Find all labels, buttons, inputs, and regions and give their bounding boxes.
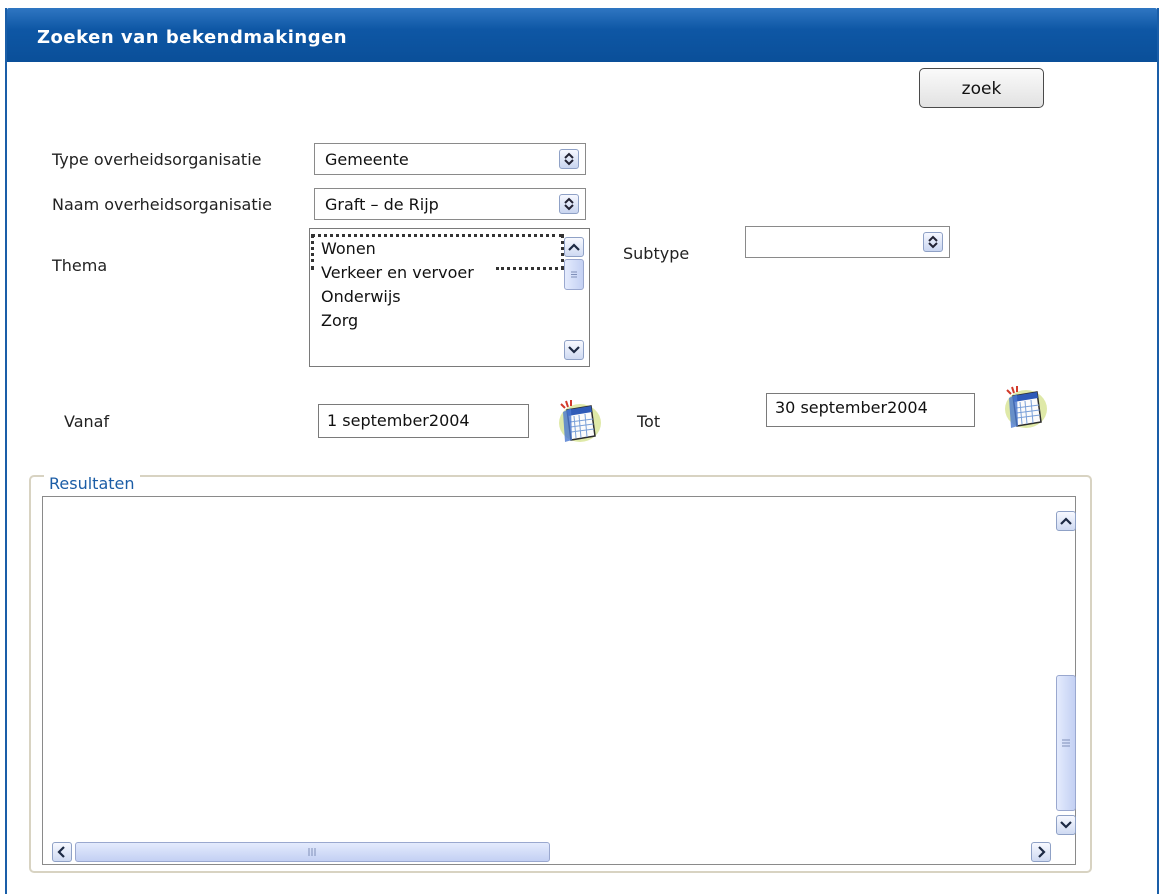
chevron-down-icon[interactable] (564, 340, 584, 360)
results-vertical-scroll-thumb[interactable] (1056, 675, 1076, 811)
chevron-down-icon[interactable] (1056, 815, 1076, 835)
title-bar: Zoeken van bekendmakingen (7, 8, 1157, 62)
subtype-label: Subtype (623, 244, 690, 263)
results-legend: Resultaten (44, 474, 140, 493)
theme-label: Thema (52, 256, 108, 275)
up-down-arrows-icon[interactable] (559, 194, 579, 214)
up-down-arrows-icon[interactable] (559, 149, 579, 169)
up-down-arrows-icon[interactable] (923, 232, 943, 252)
to-date-label: Tot (637, 412, 661, 431)
from-date-value: 1 september2004 (327, 411, 470, 430)
name-organisation-select[interactable]: Graft – de Rijp (314, 188, 586, 220)
search-button[interactable]: zoek (919, 68, 1044, 108)
name-organisation-label: Naam overheidsorganisatie (52, 195, 272, 214)
type-organisation-value: Gemeente (325, 150, 409, 169)
type-organisation-label: Type overheidsorganisatie (52, 150, 262, 169)
name-organisation-value: Graft – de Rijp (325, 195, 439, 214)
from-date-label: Vanaf (64, 412, 110, 431)
focus-indicator-bottom (496, 267, 564, 270)
from-date-input[interactable]: 1 september2004 (318, 404, 529, 438)
chevron-up-icon[interactable] (564, 237, 584, 257)
focus-indicator (311, 234, 563, 270)
results-horizontal-scroll-thumb[interactable] (75, 842, 550, 862)
type-organisation-select[interactable]: Gemeente (314, 143, 586, 175)
to-date-input[interactable]: 30 september2004 (766, 393, 975, 427)
chevron-up-icon[interactable] (1056, 511, 1076, 531)
theme-scroll-thumb[interactable] (564, 259, 584, 290)
calendar-icon[interactable] (1003, 384, 1049, 430)
list-item[interactable]: Zorg (321, 311, 358, 330)
list-item[interactable]: Onderwijs (321, 287, 401, 306)
chevron-left-icon[interactable] (52, 842, 72, 862)
results-panel[interactable] (42, 496, 1076, 865)
window-title: Zoeken van bekendmakingen (37, 27, 348, 48)
calendar-icon[interactable] (557, 398, 603, 444)
to-date-value: 30 september2004 (775, 398, 928, 417)
chevron-right-icon[interactable] (1031, 842, 1051, 862)
subtype-select[interactable] (745, 226, 950, 258)
theme-listbox[interactable]: Wonen Verkeer en vervoer Onderwijs Zorg (309, 228, 590, 367)
